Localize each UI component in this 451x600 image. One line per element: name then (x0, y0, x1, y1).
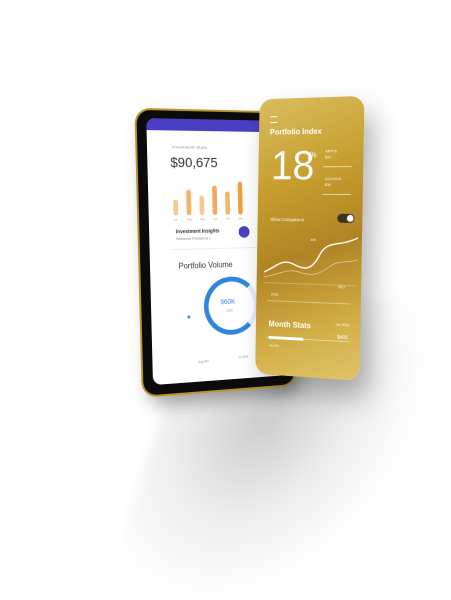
month-amount: $406 (337, 334, 348, 342)
volume-title: Portfolio Volume (178, 260, 233, 271)
divider (267, 300, 350, 305)
month-change: +8.1% (268, 342, 279, 349)
bar-label: Sep (199, 217, 205, 222)
year-start: 2018 (270, 292, 279, 297)
bar (225, 191, 231, 215)
insights-subtitle: Reference Predictions 1 (176, 236, 211, 242)
index-value: 18 (270, 141, 315, 188)
bar (173, 199, 179, 216)
bar (237, 181, 243, 215)
stock-google: GOOGLE $30 (325, 176, 342, 188)
bar (186, 189, 192, 216)
volume-ring (203, 275, 260, 337)
bar-label: Jul (173, 217, 178, 222)
chart-label: 4% (310, 237, 316, 243)
bar-label: Nov (225, 216, 231, 221)
index-percent-sign: % (309, 150, 317, 160)
stats-label: Investment Stats (171, 144, 208, 150)
bar-chart (171, 174, 246, 216)
bar-label: Dec (238, 216, 244, 221)
insights-title: Investment Insights (175, 228, 220, 236)
comparison-label: Show Comparison (270, 217, 305, 223)
portfolio-index-title: Portfolio Index (269, 126, 322, 137)
series-line (264, 236, 358, 275)
bar-label: Oct (212, 216, 218, 221)
stock-apple: APPLE $12 (325, 148, 337, 160)
month-date: Jan 2018 (335, 322, 350, 328)
bar (212, 185, 218, 215)
comparison-line (264, 257, 358, 279)
divider (322, 193, 352, 195)
year-end: 2017 (338, 285, 346, 290)
divider (323, 166, 352, 168)
menu-icon[interactable] (270, 116, 278, 124)
month-stats-title: Month Stats (268, 319, 311, 331)
footer-right-stat: % 19% (238, 354, 249, 360)
stock-value: $12 (325, 154, 332, 160)
stock-value: $30 (324, 182, 331, 188)
bar-label: Aug (186, 217, 192, 222)
insights-button[interactable] (238, 226, 250, 238)
volume-value: 960K (220, 298, 236, 307)
indicator-dot (187, 315, 191, 319)
comparison-toggle[interactable] (337, 213, 355, 223)
footer-left-stat: Avg 8% (197, 359, 210, 365)
bar (199, 195, 205, 216)
balance-value: $90,675 (170, 154, 218, 171)
gold-portfolio-card: Portfolio Index 18 % APPLE $12 GOOGLE $3… (255, 95, 365, 381)
volume-unit: USD (226, 308, 233, 313)
